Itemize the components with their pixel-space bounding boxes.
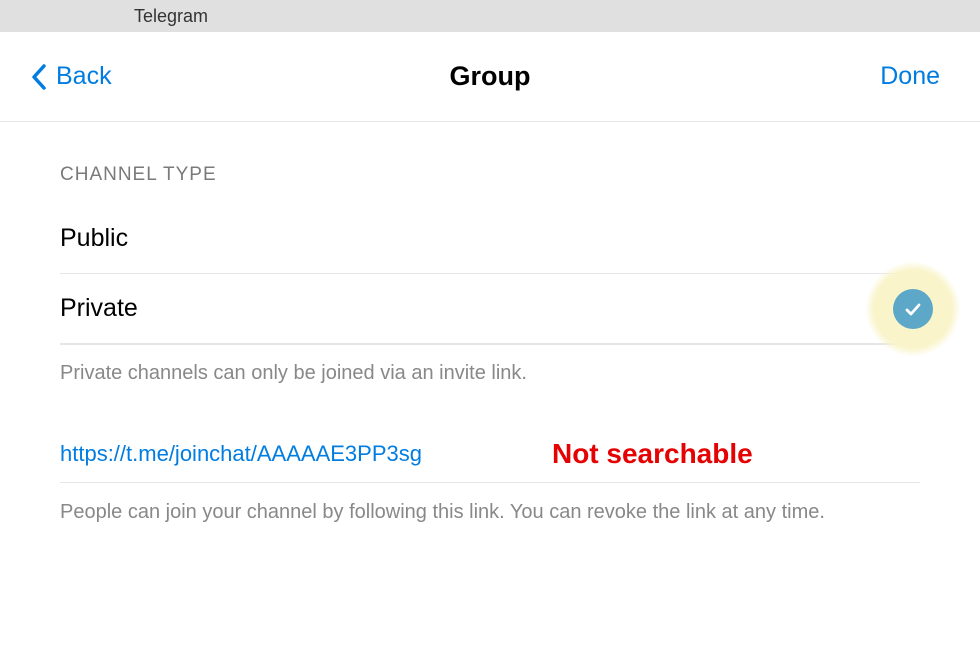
back-button[interactable]: Back [30, 62, 112, 91]
page-title: Group [450, 61, 531, 92]
option-public-label: Public [60, 224, 128, 253]
link-helper-text: People can join your channel by followin… [60, 483, 920, 541]
invite-link[interactable]: https://t.me/joinchat/AAAAAE3PP3sg [60, 441, 422, 467]
option-private-label: Private [60, 294, 138, 323]
option-public[interactable]: Public [60, 204, 920, 274]
private-helper-text: Private channels can only be joined via … [60, 344, 920, 424]
done-button[interactable]: Done [880, 62, 940, 91]
annotation-not-searchable: Not searchable [552, 438, 753, 470]
window-titlebar: Telegram [0, 0, 980, 32]
invite-link-row: https://t.me/joinchat/AAAAAE3PP3sg Not s… [60, 424, 920, 483]
window-title: Telegram [134, 6, 208, 27]
content-area: Channel Type Public Private Private chan… [0, 122, 980, 541]
selected-highlight [866, 262, 960, 356]
checkmark-icon [893, 289, 933, 329]
navigation-bar: Back Group Done [0, 32, 980, 122]
section-header-channel-type: Channel Type [60, 122, 920, 204]
chevron-left-icon [30, 63, 48, 91]
option-private[interactable]: Private [60, 274, 920, 344]
back-label: Back [56, 62, 112, 91]
